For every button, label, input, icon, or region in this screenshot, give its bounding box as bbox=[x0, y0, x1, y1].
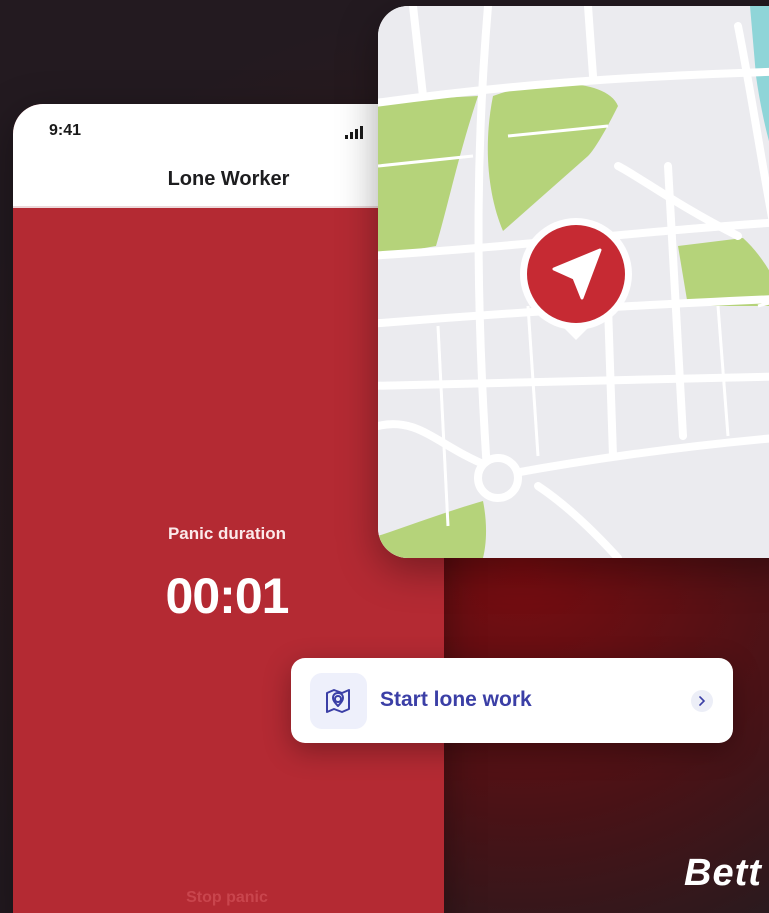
panic-timer: 00:01 bbox=[165, 568, 290, 624]
brand-logo-text: Bett bbox=[684, 852, 762, 894]
start-lone-work-label: Start lone work bbox=[380, 688, 532, 711]
start-lone-work-button[interactable]: Start lone work bbox=[291, 658, 733, 743]
map-card bbox=[378, 6, 769, 558]
panic-duration-label: Panic duration bbox=[167, 524, 287, 543]
chevron-right-icon bbox=[691, 690, 713, 712]
status-time: 9:41 bbox=[49, 122, 82, 139]
stop-panic-button[interactable]: Stop panic bbox=[13, 889, 441, 907]
map-pin-icon bbox=[310, 673, 367, 729]
signal-icon bbox=[345, 126, 363, 139]
city-map bbox=[378, 6, 769, 558]
